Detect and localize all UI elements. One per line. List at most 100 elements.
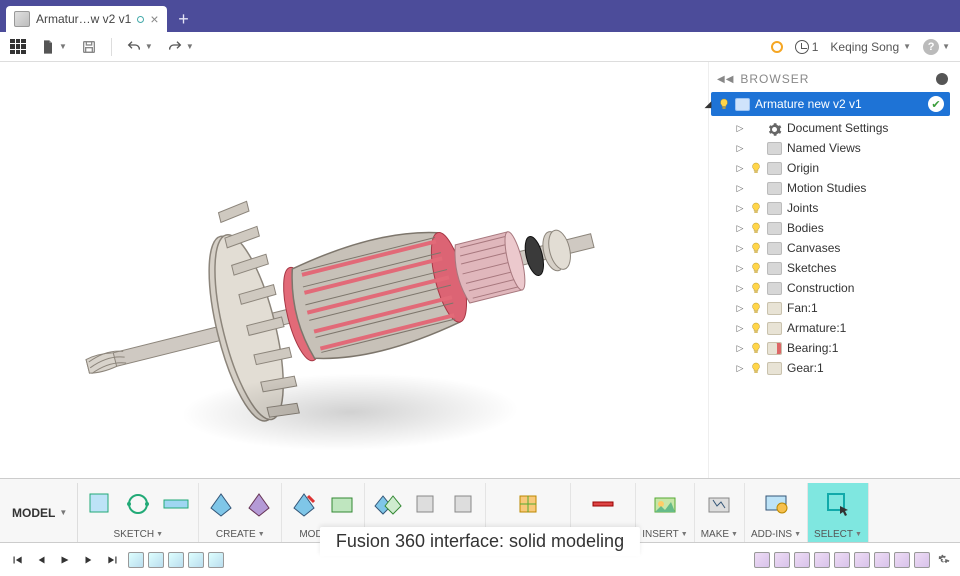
chevron-down-icon: ▼ [731, 531, 738, 538]
tool-icon[interactable] [122, 488, 154, 520]
tool-icon[interactable] [205, 488, 237, 520]
tree-node[interactable]: ▷ Bodies [709, 218, 956, 238]
tool-icon[interactable] [447, 488, 479, 520]
close-tab-icon[interactable]: × [150, 12, 158, 26]
save-button[interactable] [81, 39, 97, 55]
tree-node[interactable]: ▷Named Views [709, 138, 956, 158]
expand-icon[interactable]: ▷ [735, 143, 745, 154]
expand-icon[interactable]: ▷ [735, 203, 745, 214]
lightbulb-icon[interactable] [718, 98, 730, 110]
timeline-features-right[interactable] [754, 552, 930, 568]
ribbon-group-label: INSERT ▼ [642, 529, 687, 540]
job-status-button[interactable]: 1 [795, 40, 819, 54]
ribbon-group-sketch[interactable]: +SKETCH ▼ [78, 483, 199, 542]
expand-icon[interactable]: ▷ [735, 223, 745, 234]
tool-icon[interactable] [512, 488, 544, 520]
ribbon-group-select[interactable]: SELECT ▼ [808, 483, 869, 542]
node-icon [767, 342, 782, 355]
tree-node[interactable]: ▷Fan:1 [709, 298, 956, 318]
tree-node[interactable]: ▷Origin [709, 158, 956, 178]
lightbulb-icon[interactable] [750, 242, 762, 254]
tool-icon[interactable] [587, 488, 619, 520]
timeline-features-left[interactable] [128, 552, 224, 568]
tree-node[interactable]: ▷Sketches [709, 258, 956, 278]
tool-icon[interactable]: + [84, 488, 116, 520]
timeline-start-button[interactable] [8, 551, 26, 569]
tree-node[interactable]: ▷Canvases [709, 238, 956, 258]
timeline-step-back-button[interactable] [32, 551, 50, 569]
data-panel-button[interactable] [10, 39, 26, 55]
expand-icon[interactable]: ▷ [735, 283, 745, 294]
tool-icon[interactable] [288, 488, 320, 520]
expand-icon[interactable]: ▷ [735, 123, 745, 134]
tree-node-label: Joints [787, 201, 818, 215]
tree-root[interactable]: ◢ Armature new v2 v1 ✔ [711, 92, 950, 116]
lightbulb-icon[interactable] [750, 302, 762, 314]
lightbulb-icon[interactable] [750, 362, 762, 374]
node-icon [767, 142, 782, 155]
redo-icon [167, 39, 183, 55]
undo-icon [126, 39, 142, 55]
timeline-step-fwd-button[interactable] [80, 551, 98, 569]
tool-icon[interactable] [326, 488, 358, 520]
tool-icon[interactable] [160, 488, 192, 520]
collapse-icon[interactable]: ◀◀ [717, 74, 734, 85]
tree-node-label: Construction [787, 281, 854, 295]
record-icon[interactable] [771, 41, 783, 53]
lightbulb-icon[interactable] [750, 202, 762, 214]
expand-icon[interactable]: ▷ [735, 263, 745, 274]
expand-icon[interactable]: ▷ [735, 343, 745, 354]
tree-node[interactable]: ▷Motion Studies [709, 178, 956, 198]
tool-icon[interactable] [409, 488, 441, 520]
tree-node[interactable]: ▷ Armature:1 [709, 318, 956, 338]
chevron-down-icon: ▼ [942, 42, 950, 51]
help-menu-button[interactable]: ? ▼ [923, 39, 950, 55]
tool-icon[interactable] [649, 488, 681, 520]
ribbon-group-make[interactable]: MAKE ▼ [695, 483, 745, 542]
tree-node[interactable]: ▷Bearing:1 [709, 338, 956, 358]
expand-icon[interactable]: ▷ [735, 243, 745, 254]
chevron-down-icon: ▼ [145, 42, 153, 51]
lightbulb-icon[interactable] [750, 342, 762, 354]
timeline-settings-button[interactable] [934, 551, 952, 569]
tree-node[interactable]: ▷ Joints [709, 198, 956, 218]
cube-icon [14, 11, 30, 27]
workspace-switcher[interactable]: MODEL ▼ [2, 483, 78, 542]
expand-icon[interactable]: ▷ [735, 323, 745, 334]
tool-icon[interactable] [703, 488, 735, 520]
browser-options-icon[interactable] [936, 73, 948, 85]
tool-icon[interactable] [243, 488, 275, 520]
expand-icon[interactable]: ▷ [735, 303, 745, 314]
viewport-canvas[interactable] [0, 62, 708, 478]
browser-header[interactable]: ◀◀ BROWSER [709, 68, 956, 90]
timeline-end-button[interactable] [104, 551, 122, 569]
file-menu-button[interactable]: ▼ [40, 39, 67, 55]
tool-icon[interactable] [822, 488, 854, 520]
lightbulb-icon[interactable] [750, 222, 762, 234]
redo-button[interactable]: ▼ [167, 39, 194, 55]
tree-node[interactable]: ▷Document Settings [709, 118, 956, 138]
expand-icon[interactable]: ▷ [735, 163, 745, 174]
document-tab[interactable]: Armatur…w v2 v1 × [6, 6, 167, 32]
tree-node[interactable]: ▷ Construction [709, 278, 956, 298]
expand-icon[interactable]: ▷ [735, 363, 745, 374]
tree-node-label: Armature:1 [787, 321, 846, 335]
tree-node[interactable]: ▷Gear:1 [709, 358, 956, 378]
tool-icon[interactable] [760, 488, 792, 520]
user-menu-button[interactable]: Keqing Song ▼ [830, 40, 911, 54]
undo-button[interactable]: ▼ [126, 39, 153, 55]
timeline-play-button[interactable] [56, 551, 74, 569]
browser-tree: ◢ Armature new v2 v1 ✔ ▷Document Setting… [709, 92, 956, 378]
lightbulb-icon[interactable] [750, 162, 762, 174]
ribbon-group-create[interactable]: CREATE ▼ [199, 483, 282, 542]
lightbulb-icon[interactable] [750, 262, 762, 274]
expand-icon[interactable]: ▷ [735, 183, 745, 194]
ribbon-group-insert[interactable]: INSERT ▼ [636, 483, 694, 542]
tree-node-label: Bodies [787, 221, 824, 235]
new-tab-button[interactable]: + [173, 8, 195, 30]
model-illustration [70, 152, 630, 452]
lightbulb-icon[interactable] [750, 282, 762, 294]
lightbulb-icon[interactable] [750, 322, 762, 334]
ribbon-group-add-ins[interactable]: ADD-INS ▼ [745, 483, 808, 542]
tool-icon[interactable] [371, 488, 403, 520]
